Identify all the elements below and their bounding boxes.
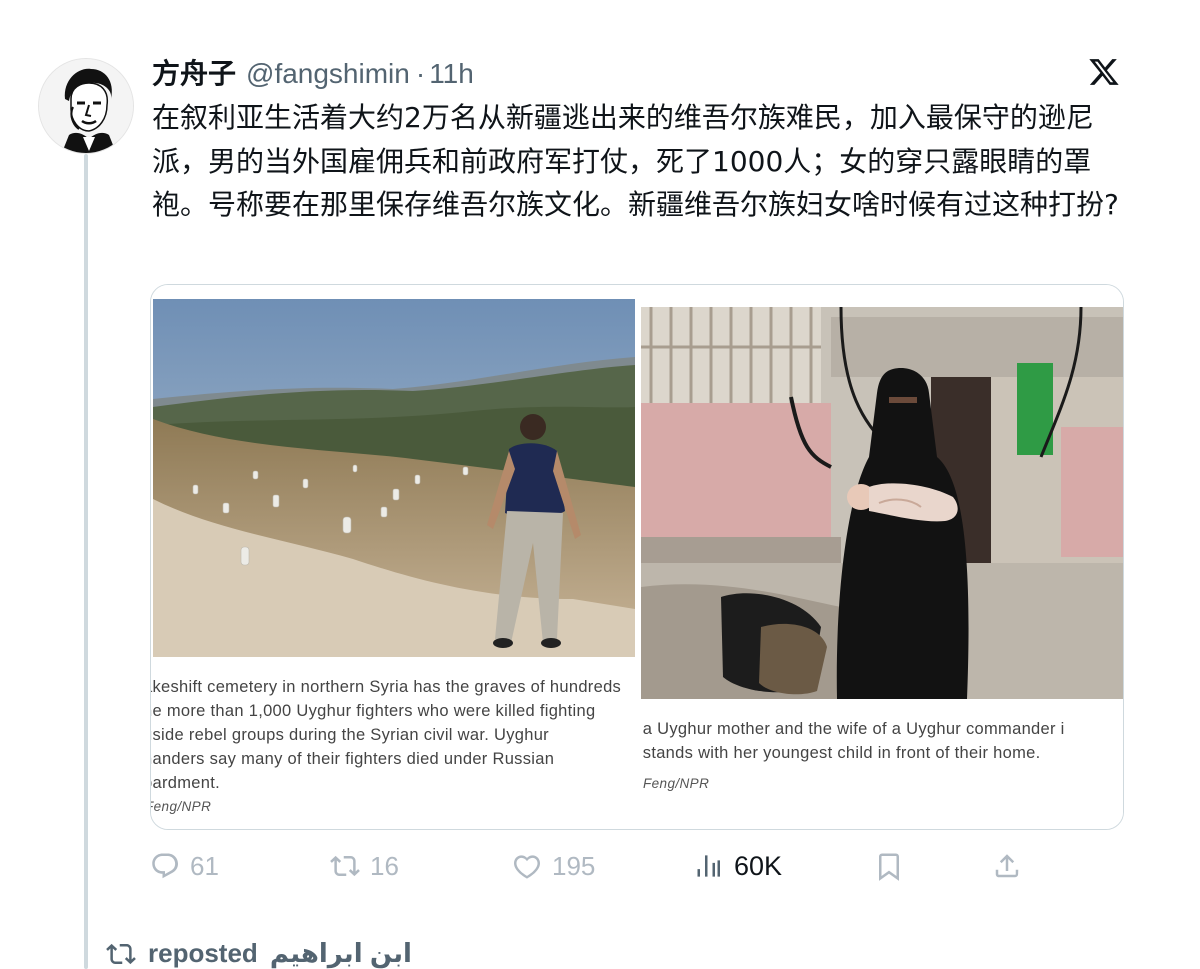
repost-icon bbox=[330, 855, 360, 877]
reply-button[interactable]: 61 bbox=[150, 846, 219, 886]
bookmark-icon bbox=[879, 853, 899, 881]
share-icon bbox=[995, 854, 1019, 878]
reply-icon bbox=[152, 853, 178, 879]
views-count: 60K bbox=[734, 850, 783, 881]
separator-dot: · bbox=[415, 58, 426, 89]
reposter-name[interactable]: ابن ابراهيم bbox=[270, 938, 412, 969]
views-icon bbox=[697, 855, 720, 877]
media-image-left[interactable]: akeshift cemetery in northern Syria has … bbox=[151, 285, 635, 829]
media-card: akeshift cemetery in northern Syria has … bbox=[150, 284, 1124, 830]
repost-banner: reposted ابن ابراهيم bbox=[106, 938, 412, 969]
caption-left-line: akeshift cemetery in northern Syria has … bbox=[151, 678, 622, 696]
repost-label: reposted bbox=[148, 938, 258, 968]
thread-line bbox=[84, 154, 88, 969]
repost-banner-icon bbox=[106, 943, 136, 964]
tweet-header: 方舟子 @fangshimin · 11h bbox=[152, 52, 474, 92]
display-name[interactable]: 方舟子 bbox=[152, 52, 236, 92]
like-button[interactable]: 195 bbox=[512, 846, 595, 886]
x-logo-icon[interactable] bbox=[1088, 56, 1120, 88]
caption-right-line: , a Uyghur mother and the wife of a Uygh… bbox=[641, 720, 1065, 738]
avatar-portrait bbox=[39, 59, 133, 153]
caption-left-line: nanders say many of their fighters died … bbox=[151, 750, 555, 768]
like-count: 195 bbox=[552, 850, 596, 881]
tweet-text: 在叙利亚生活着大约2万名从新疆逃出来的维吾尔族难民，加入最保守的逊尼派，男的当外… bbox=[152, 101, 1119, 221]
caption-right: , a Uyghur mother and the wife of a Uygh… bbox=[641, 717, 1065, 765]
repost-button[interactable]: 16 bbox=[330, 846, 399, 886]
tweet-actions: 61 16 195 60K bbox=[150, 846, 1030, 886]
reply-count: 61 bbox=[190, 850, 219, 881]
caption-left-line: ne more than 1,000 Uyghur fighters who w… bbox=[151, 702, 596, 720]
photo-credit-right: Feng/NPR bbox=[643, 776, 710, 791]
caption-left-line: bardment. bbox=[151, 774, 220, 792]
heart-icon bbox=[514, 855, 540, 879]
mother-child-photo bbox=[641, 307, 1123, 699]
caption-left: akeshift cemetery in northern Syria has … bbox=[151, 675, 621, 795]
bookmark-button[interactable] bbox=[874, 846, 904, 886]
avatar[interactable] bbox=[38, 58, 134, 154]
share-button[interactable] bbox=[992, 846, 1022, 886]
user-handle[interactable]: @fangshimin bbox=[246, 58, 410, 90]
cemetery-photo bbox=[153, 299, 635, 657]
repost-count: 16 bbox=[370, 850, 399, 881]
timestamp[interactable]: 11h bbox=[429, 58, 474, 90]
views-button[interactable]: 60K bbox=[694, 846, 782, 886]
caption-right-line: , stands with her youngest child in fron… bbox=[641, 744, 1041, 762]
media-image-right[interactable]: , a Uyghur mother and the wife of a Uygh… bbox=[641, 285, 1123, 829]
caption-left-line: gside rebel groups during the Syrian civ… bbox=[151, 726, 549, 744]
photo-credit-left: Feng/NPR bbox=[151, 799, 212, 814]
